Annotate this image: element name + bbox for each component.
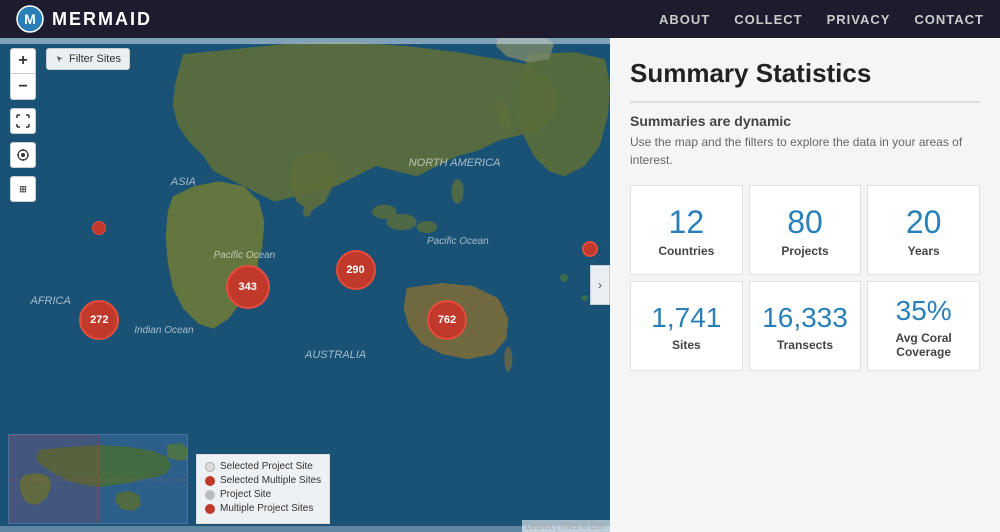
cluster-marker-762[interactable]: 762	[427, 300, 467, 340]
nav-collect[interactable]: COLLECT	[734, 12, 802, 27]
legend-label-project-site: Project Site	[220, 489, 271, 500]
stat-value-years: 20	[906, 206, 942, 238]
stat-card-coral-coverage: 35% Avg Coral Coverage	[867, 281, 980, 371]
map-container[interactable]: ASIA AFRICA AUSTRALIA NORTH AMERICA Paci…	[0, 38, 610, 532]
stat-card-years: 20 Years	[867, 185, 980, 275]
stat-label-projects: Projects	[781, 244, 828, 258]
stat-card-sites: 1,741 Sites	[630, 281, 743, 371]
mini-map	[8, 434, 188, 524]
legend-multiple-project-sites: Multiple Project Sites	[205, 503, 321, 514]
cluster-value-343: 343	[239, 281, 257, 293]
stats-grid-row2: 1,741 Sites 16,333 Transects 35% Avg Cor…	[630, 281, 980, 371]
filter-sites-label: Filter Sites	[69, 53, 121, 65]
svg-text:M: M	[24, 11, 36, 27]
stat-card-projects: 80 Projects	[749, 185, 862, 275]
main-content: ASIA AFRICA AUSTRALIA NORTH AMERICA Paci…	[0, 38, 1000, 532]
mini-map-svg	[9, 435, 188, 524]
layers-button[interactable]: ⊞	[10, 176, 36, 202]
stat-label-countries: Countries	[658, 244, 714, 258]
cluster-value-762: 762	[438, 314, 456, 326]
single-site-marker[interactable]	[92, 221, 106, 235]
stat-card-countries: 12 Countries	[630, 185, 743, 275]
map-attribution: Leaflet | Tiles © Esri	[522, 520, 610, 532]
stat-value-transects: 16,333	[762, 304, 848, 332]
stat-label-years: Years	[908, 244, 940, 258]
stats-description: Use the map and the filters to explore t…	[630, 133, 980, 169]
zoom-out-button[interactable]: −	[10, 74, 36, 100]
stat-label-coral-coverage: Avg Coral Coverage	[878, 331, 969, 359]
filter-sites-button[interactable]: Filter Sites	[46, 48, 130, 70]
stat-value-coral-coverage: 35%	[896, 297, 952, 325]
location-button[interactable]	[10, 142, 36, 168]
stat-value-projects: 80	[787, 206, 823, 238]
stat-value-countries: 12	[669, 206, 705, 238]
header: M MERMAID ABOUT COLLECT PRIVACY CONTACT	[0, 0, 1000, 38]
legend-selected-multiple-sites: Selected Multiple Sites	[205, 475, 321, 486]
cluster-value-290: 290	[346, 264, 364, 276]
main-nav: ABOUT COLLECT PRIVACY CONTACT	[659, 12, 984, 27]
fullscreen-icon	[16, 114, 30, 128]
expand-panel-button[interactable]: ›	[590, 265, 610, 305]
legend-label-selected-project: Selected Project Site	[220, 461, 313, 472]
nav-privacy[interactable]: PRIVACY	[827, 12, 891, 27]
cursor-icon	[55, 54, 65, 64]
legend-dot-selected-project	[205, 462, 215, 472]
location-icon	[17, 149, 29, 161]
legend-dot-project-site	[205, 490, 215, 500]
map-legend: Selected Project Site Selected Multiple …	[196, 454, 330, 524]
legend-label-multiple-projects: Multiple Project Sites	[220, 503, 313, 514]
stats-subtitle: Summaries are dynamic	[630, 113, 980, 129]
stat-value-sites: 1,741	[651, 304, 721, 332]
logo: M MERMAID	[16, 5, 152, 33]
logo-text: MERMAID	[52, 9, 152, 30]
logo-icon: M	[16, 5, 44, 33]
fullscreen-button[interactable]	[10, 108, 36, 134]
nav-about[interactable]: ABOUT	[659, 12, 710, 27]
stat-card-transects: 16,333 Transects	[749, 281, 862, 371]
cluster-marker-edge[interactable]	[582, 241, 598, 257]
legend-label-selected-multiple: Selected Multiple Sites	[220, 475, 321, 486]
stat-label-transects: Transects	[777, 338, 833, 352]
zoom-in-button[interactable]: +	[10, 48, 36, 74]
legend-dot-multiple-projects	[205, 504, 215, 514]
stat-label-sites: Sites	[672, 338, 701, 352]
cluster-marker-343[interactable]: 343	[226, 265, 270, 309]
cluster-marker-272[interactable]: 272	[79, 300, 119, 340]
nav-contact[interactable]: CONTACT	[914, 12, 984, 27]
cluster-value-272: 272	[90, 314, 108, 326]
stats-title: Summary Statistics	[630, 58, 980, 103]
legend-project-site: Project Site	[205, 489, 321, 500]
cluster-marker-290[interactable]: 290	[336, 250, 376, 290]
legend-dot-selected-multiple	[205, 476, 215, 486]
zoom-controls: + −	[10, 48, 36, 100]
map-controls: + − ⊞	[10, 48, 36, 202]
stats-panel: Summary Statistics Summaries are dynamic…	[610, 38, 1000, 532]
legend-selected-project-site: Selected Project Site	[205, 461, 321, 472]
stats-grid-row1: 12 Countries 80 Projects 20 Years	[630, 185, 980, 275]
